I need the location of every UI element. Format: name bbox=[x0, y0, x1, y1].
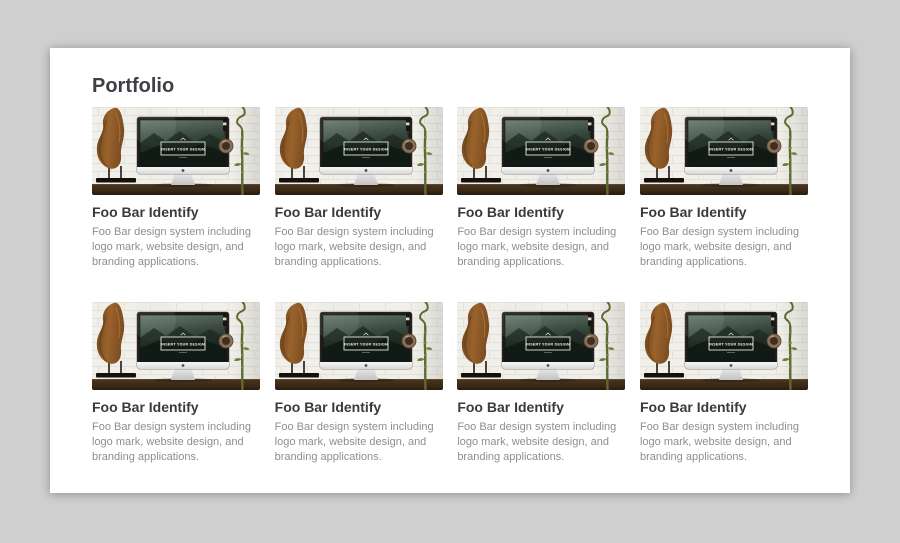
portfolio-thumbnail[interactable] bbox=[275, 107, 443, 195]
portfolio-card[interactable]: Foo Bar Identify Foo Bar design system i… bbox=[457, 107, 625, 270]
portfolio-thumbnail[interactable] bbox=[92, 302, 260, 390]
portfolio-grid: Foo Bar Identify Foo Bar design system i… bbox=[92, 107, 808, 465]
portfolio-item-description: Foo Bar design system including logo mar… bbox=[457, 420, 625, 465]
imac-mockup-image bbox=[640, 302, 808, 390]
portfolio-item-description: Foo Bar design system including logo mar… bbox=[275, 420, 443, 465]
imac-mockup-image bbox=[275, 107, 443, 195]
portfolio-item-title: Foo Bar Identify bbox=[92, 399, 260, 416]
portfolio-card[interactable]: Foo Bar Identify Foo Bar design system i… bbox=[640, 302, 808, 465]
imac-mockup-image bbox=[92, 107, 260, 195]
portfolio-card[interactable]: Foo Bar Identify Foo Bar design system i… bbox=[275, 107, 443, 270]
portfolio-card[interactable]: Foo Bar Identify Foo Bar design system i… bbox=[275, 302, 443, 465]
portfolio-item-title: Foo Bar Identify bbox=[92, 204, 260, 221]
imac-mockup-image bbox=[275, 302, 443, 390]
imac-mockup-image bbox=[457, 302, 625, 390]
portfolio-item-title: Foo Bar Identify bbox=[275, 204, 443, 221]
portfolio-thumbnail[interactable] bbox=[92, 107, 260, 195]
portfolio-thumbnail[interactable] bbox=[640, 302, 808, 390]
portfolio-card[interactable]: Foo Bar Identify Foo Bar design system i… bbox=[92, 107, 260, 270]
portfolio-item-title: Foo Bar Identify bbox=[457, 204, 625, 221]
portfolio-thumbnail[interactable] bbox=[640, 107, 808, 195]
imac-mockup-image bbox=[92, 302, 260, 390]
portfolio-card[interactable]: Foo Bar Identify Foo Bar design system i… bbox=[640, 107, 808, 270]
portfolio-item-description: Foo Bar design system including logo mar… bbox=[640, 420, 808, 465]
portfolio-item-title: Foo Bar Identify bbox=[275, 399, 443, 416]
portfolio-panel: Portfolio Foo Bar Identify Foo Bar desig… bbox=[50, 48, 850, 493]
portfolio-item-description: Foo Bar design system including logo mar… bbox=[275, 225, 443, 270]
portfolio-item-description: Foo Bar design system including logo mar… bbox=[457, 225, 625, 270]
portfolio-item-description: Foo Bar design system including logo mar… bbox=[92, 225, 260, 270]
portfolio-card[interactable]: Foo Bar Identify Foo Bar design system i… bbox=[457, 302, 625, 465]
imac-mockup-image bbox=[457, 107, 625, 195]
imac-mockup-image bbox=[640, 107, 808, 195]
portfolio-item-description: Foo Bar design system including logo mar… bbox=[640, 225, 808, 270]
portfolio-item-title: Foo Bar Identify bbox=[457, 399, 625, 416]
portfolio-thumbnail[interactable] bbox=[275, 302, 443, 390]
portfolio-item-title: Foo Bar Identify bbox=[640, 399, 808, 416]
portfolio-item-description: Foo Bar design system including logo mar… bbox=[92, 420, 260, 465]
portfolio-card[interactable]: Foo Bar Identify Foo Bar design system i… bbox=[92, 302, 260, 465]
portfolio-item-title: Foo Bar Identify bbox=[640, 204, 808, 221]
portfolio-thumbnail[interactable] bbox=[457, 107, 625, 195]
portfolio-thumbnail[interactable] bbox=[457, 302, 625, 390]
page-title: Portfolio bbox=[92, 74, 808, 98]
